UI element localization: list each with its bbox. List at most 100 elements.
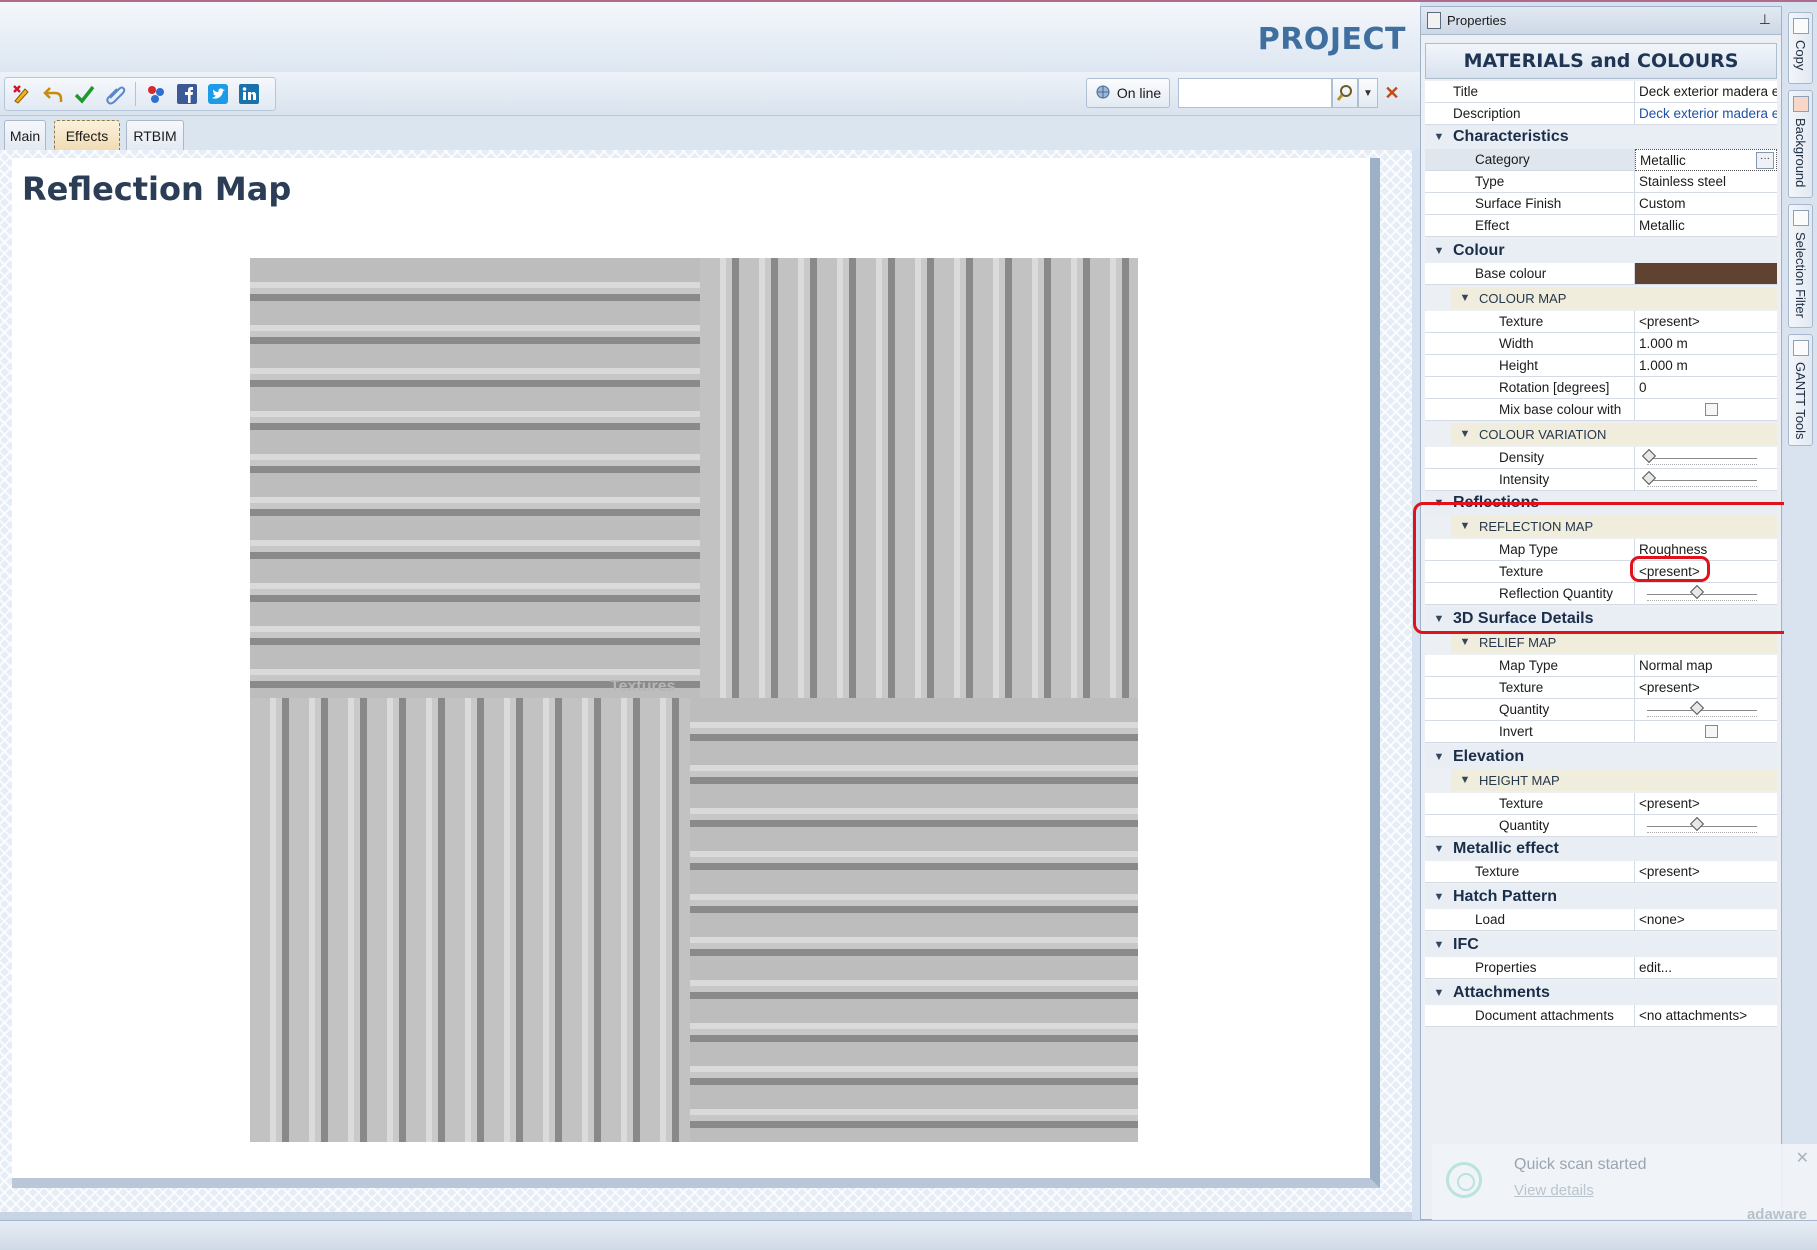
horizontal-scrollbar[interactable] [0, 1212, 1412, 1220]
paperclip-icon[interactable] [104, 83, 126, 105]
intensity-slider[interactable] [1641, 470, 1757, 487]
section-hatch-pattern[interactable]: ▼ Hatch Pattern [1425, 885, 1777, 909]
property-row-effect[interactable]: Effect Metallic [1425, 215, 1777, 237]
property-value[interactable]: Normal map [1635, 655, 1777, 677]
section-metallic-effect[interactable]: ▼ Metallic effect [1425, 837, 1777, 861]
property-value[interactable]: 1.000 m [1635, 355, 1777, 377]
invert-checkbox[interactable] [1705, 725, 1718, 738]
slider-thumb[interactable] [1641, 448, 1657, 464]
side-tab-gantt-tools[interactable]: GANTT Tools [1788, 334, 1813, 446]
property-value[interactable]: <present> [1635, 793, 1777, 815]
property-value[interactable]: Metallic [1635, 215, 1777, 237]
pin-icon[interactable]: ⊥ [1759, 11, 1771, 28]
checkmark-icon[interactable] [73, 83, 95, 105]
chevron-down-icon[interactable]: ▼ [1425, 987, 1453, 999]
chevron-down-icon[interactable]: ▼ [1425, 131, 1453, 143]
property-row-description[interactable]: Description Deck exterior madera en [1425, 103, 1777, 125]
property-row-rotation[interactable]: Rotation [degrees] 0 [1425, 377, 1777, 399]
chevron-down-icon[interactable]: ▼ [1425, 891, 1453, 903]
property-row-properties[interactable]: Properties edit... [1425, 957, 1777, 979]
property-row-base-colour[interactable]: Base colour [1425, 263, 1777, 285]
chevron-down-icon[interactable]: ▼ [1425, 843, 1453, 855]
side-tab-selection-filter[interactable]: Selection Filter [1788, 204, 1813, 328]
property-row-map-type[interactable]: Map Type Normal map [1425, 655, 1777, 677]
property-row-quantity[interactable]: Quantity [1425, 815, 1777, 837]
property-value[interactable]: 0 [1635, 377, 1777, 399]
tab-effects[interactable]: Effects [54, 120, 120, 150]
property-row-width[interactable]: Width 1.000 m [1425, 333, 1777, 355]
search-input[interactable] [1178, 78, 1332, 108]
property-value[interactable]: <present> [1635, 861, 1777, 883]
property-value[interactable]: Stainless steel [1635, 171, 1777, 193]
slider-thumb[interactable] [1689, 816, 1705, 832]
property-row-document-attachments[interactable]: Document attachments <no attachments> [1425, 1005, 1777, 1027]
category-dropdown[interactable]: Metallic ··· [1635, 149, 1777, 171]
pencil-check-icon[interactable] [11, 83, 33, 105]
property-value[interactable]: edit... [1635, 957, 1777, 979]
property-value[interactable]: 1.000 m [1635, 333, 1777, 355]
search-icon[interactable] [1332, 78, 1358, 108]
property-value[interactable]: <present> [1635, 311, 1777, 333]
chevron-down-icon[interactable]: ▼ [1358, 78, 1378, 108]
property-row-invert[interactable]: Invert [1425, 721, 1777, 743]
twitter-icon[interactable] [207, 83, 229, 105]
slider-thumb[interactable] [1689, 700, 1705, 716]
slider-thumb[interactable] [1641, 470, 1657, 486]
section-elevation[interactable]: ▼ Elevation [1425, 745, 1777, 769]
property-row-height[interactable]: Height 1.000 m [1425, 355, 1777, 377]
property-row-intensity[interactable]: Intensity [1425, 469, 1777, 491]
chevron-down-icon[interactable]: ▼ [1451, 774, 1479, 786]
section-ifc[interactable]: ▼ IFC [1425, 933, 1777, 957]
chevron-down-icon[interactable]: ▼ [1425, 245, 1453, 257]
property-label: Load [1425, 909, 1635, 931]
chevron-down-icon[interactable]: ▼ [1425, 751, 1453, 763]
side-tab-background[interactable]: Background [1788, 90, 1813, 198]
undo-icon[interactable] [42, 83, 64, 105]
property-row-texture[interactable]: Texture <present> [1425, 677, 1777, 699]
side-tab-copy[interactable]: Copy [1788, 12, 1813, 84]
facebook-icon[interactable] [176, 83, 198, 105]
linkedin-icon[interactable] [238, 83, 260, 105]
property-row-type[interactable]: Type Stainless steel [1425, 171, 1777, 193]
tab-rtbim[interactable]: RTBIM [126, 120, 184, 150]
property-row-category[interactable]: Category Metallic ··· [1425, 149, 1777, 171]
property-row-title[interactable]: Title Deck exterior madera en [1425, 81, 1777, 103]
close-icon[interactable]: ✕ [1796, 1148, 1809, 1168]
network-icon[interactable] [145, 83, 167, 105]
close-icon[interactable]: ✕ [1380, 78, 1404, 108]
ellipsis-button[interactable]: ··· [1756, 152, 1774, 169]
view-details-link[interactable]: View details [1514, 1182, 1594, 1199]
property-row-quantity[interactable]: Quantity [1425, 699, 1777, 721]
relief-quantity-slider[interactable] [1647, 700, 1757, 717]
chevron-down-icon[interactable]: ▼ [1425, 939, 1453, 951]
property-row-texture[interactable]: Texture <present> [1425, 793, 1777, 815]
property-row-texture[interactable]: Texture <present> [1425, 861, 1777, 883]
property-row-mix-base-colour[interactable]: Mix base colour with [1425, 399, 1777, 421]
chevron-down-icon[interactable]: ▼ [1451, 636, 1479, 648]
subsection-relief-map[interactable]: ▼ RELIEF MAP [1451, 631, 1777, 653]
property-row-texture[interactable]: Texture <present> [1425, 311, 1777, 333]
density-slider[interactable] [1641, 448, 1757, 465]
chevron-down-icon[interactable]: ▼ [1451, 292, 1479, 304]
property-value[interactable]: Deck exterior madera en [1635, 81, 1777, 103]
section-colour[interactable]: ▼ Colour [1425, 239, 1777, 263]
section-characteristics[interactable]: ▼ Characteristics [1425, 125, 1777, 149]
section-attachments[interactable]: ▼ Attachments [1425, 981, 1777, 1005]
subsection-colour-variation[interactable]: ▼ COLOUR VARIATION [1451, 423, 1777, 445]
property-value[interactable]: <present> [1635, 677, 1777, 699]
mix-base-colour-checkbox[interactable] [1705, 403, 1718, 416]
property-row-density[interactable]: Density [1425, 447, 1777, 469]
property-value[interactable]: <no attachments> [1635, 1005, 1777, 1027]
subsection-height-map[interactable]: ▼ HEIGHT MAP [1451, 769, 1777, 791]
property-value[interactable]: <none> [1635, 909, 1777, 931]
base-colour-swatch[interactable] [1635, 263, 1777, 285]
property-value[interactable]: Custom [1635, 193, 1777, 215]
height-quantity-slider[interactable] [1647, 816, 1757, 833]
tab-main[interactable]: Main [4, 120, 46, 150]
property-row-load[interactable]: Load <none> [1425, 909, 1777, 931]
chevron-down-icon[interactable]: ▼ [1451, 428, 1479, 440]
subsection-colour-map[interactable]: ▼ COLOUR MAP [1451, 287, 1777, 309]
property-row-surface-finish[interactable]: Surface Finish Custom [1425, 193, 1777, 215]
online-button[interactable]: On line [1086, 78, 1170, 108]
property-value[interactable]: Deck exterior madera en [1635, 103, 1777, 125]
